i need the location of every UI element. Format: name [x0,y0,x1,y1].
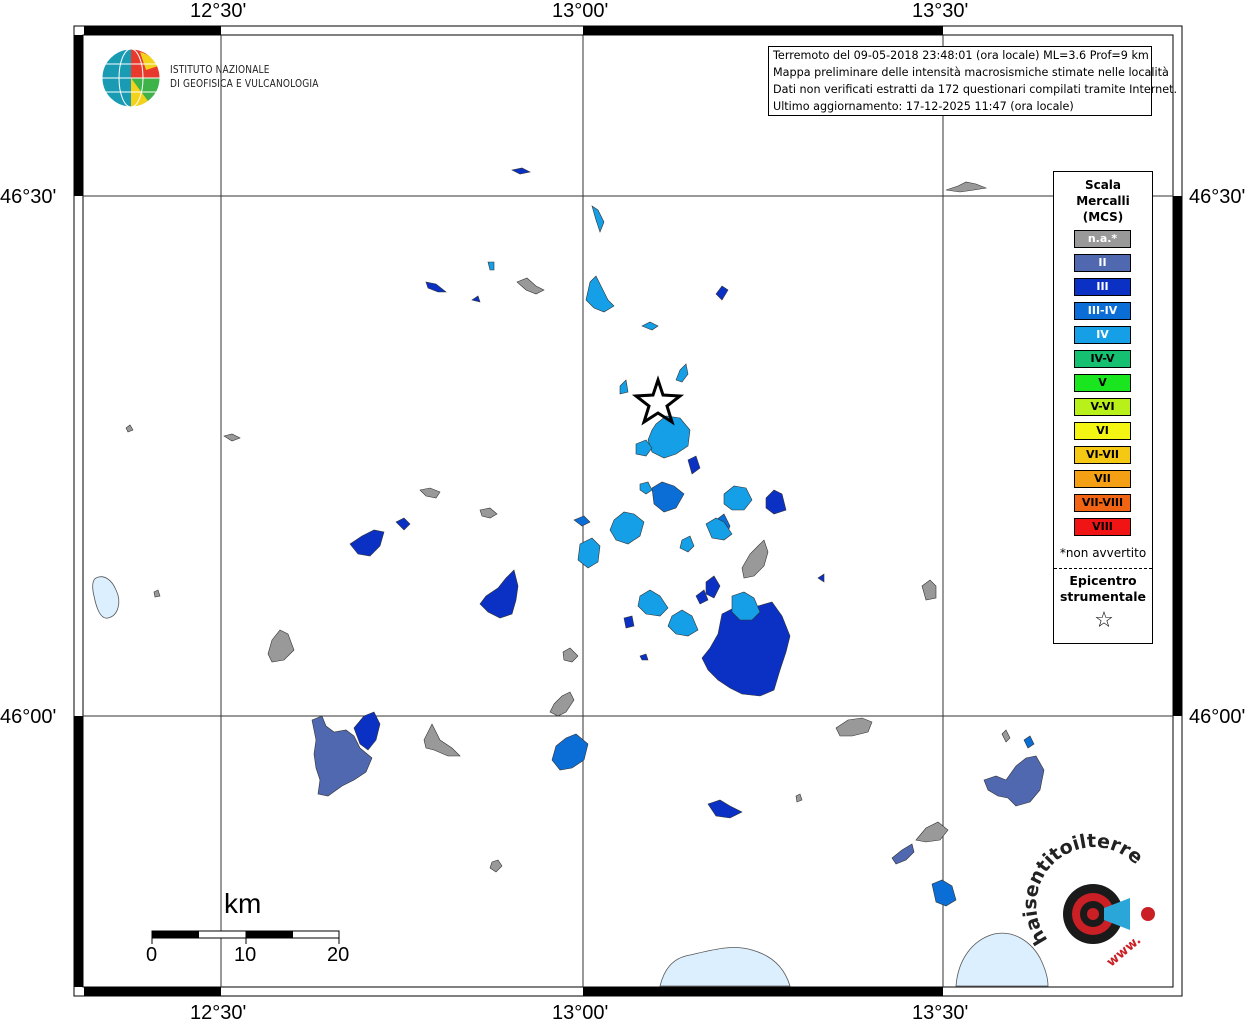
legend-item-vi-vii: VI-VII [1074,446,1131,464]
scale-bar-unit: km [224,888,262,919]
event-info-line4: Ultimo aggiornamento: 17-12-2025 11:47 (… [773,100,1074,113]
mcs-legend: Scala Mercalli (MCS) n.a.* II III III-IV IV I… [1053,171,1153,644]
lat-label-right-4600: 46°00' [1189,706,1246,728]
legend-separator [1054,568,1152,569]
ingv-logo-line2: DI GEOFISICA E VULCANOLOGIA [170,77,319,90]
ingv-logo-line1: ISTITUTO NAZIONALE [170,63,270,76]
lat-label-left-4600: 46°00' [0,706,57,728]
legend-item-v-vi: V-VI [1074,398,1131,416]
scale-tick-10: 10 [234,944,257,966]
legend-item-iv: IV [1074,326,1131,344]
lon-label-top-1330: 13°30' [912,0,969,22]
legend-item-n-a: n.a.* [1074,230,1131,248]
legend-item-vii: VII [1074,470,1131,488]
scale-tick-20: 20 [327,944,350,966]
legend-item-iii-iv: III-IV [1074,302,1131,320]
legend-not-felt-note: *non avvertito [1059,546,1147,560]
legend-item-iv-v: IV-V [1074,350,1131,368]
legend-item-vi: VI [1074,422,1131,440]
event-info-line3: Dati non verificati estratti da 172 ques… [773,83,1178,96]
legend-item-v: V [1074,374,1131,392]
lon-label-bottom-1330: 13°30' [912,1002,969,1024]
legend-title: Scala Mercalli (MCS) [1076,178,1130,224]
legend-star-icon: ☆ [1094,608,1114,633]
legend-item-ii: II [1074,254,1131,272]
legend-item-iii: III [1074,278,1131,296]
lon-label-bottom-1230: 12°30' [190,1002,247,1024]
lat-label-left-4630: 46°30' [0,186,57,208]
lat-label-right-4630: 46°30' [1189,186,1246,208]
event-info-line1: Terremoto del 09-05-2018 23:48:01 (ora l… [773,49,1149,62]
legend-item-vii-viii: VII-VIII [1074,494,1131,512]
lon-label-bottom-1300: 13°00' [552,1002,609,1024]
event-info-line2: Mappa preliminare delle intensità macros… [773,66,1169,79]
event-info-box: Terremoto del 09-05-2018 23:48:01 (ora l… [768,46,1178,116]
map-frame [73,25,1183,997]
legend-item-viii: VIII [1074,518,1131,536]
ingv-logo-icon [101,48,161,108]
lon-label-top-1230: 12°30' [190,0,247,22]
ingv-logo-text: ISTITUTO NAZIONALE DI GEOFISICA E VULCAN… [170,63,319,91]
scale-tick-0: 0 [146,944,158,966]
lon-label-top-1300: 13°00' [552,0,609,22]
legend-epicenter-label: Epicentro strumentale [1059,573,1147,604]
